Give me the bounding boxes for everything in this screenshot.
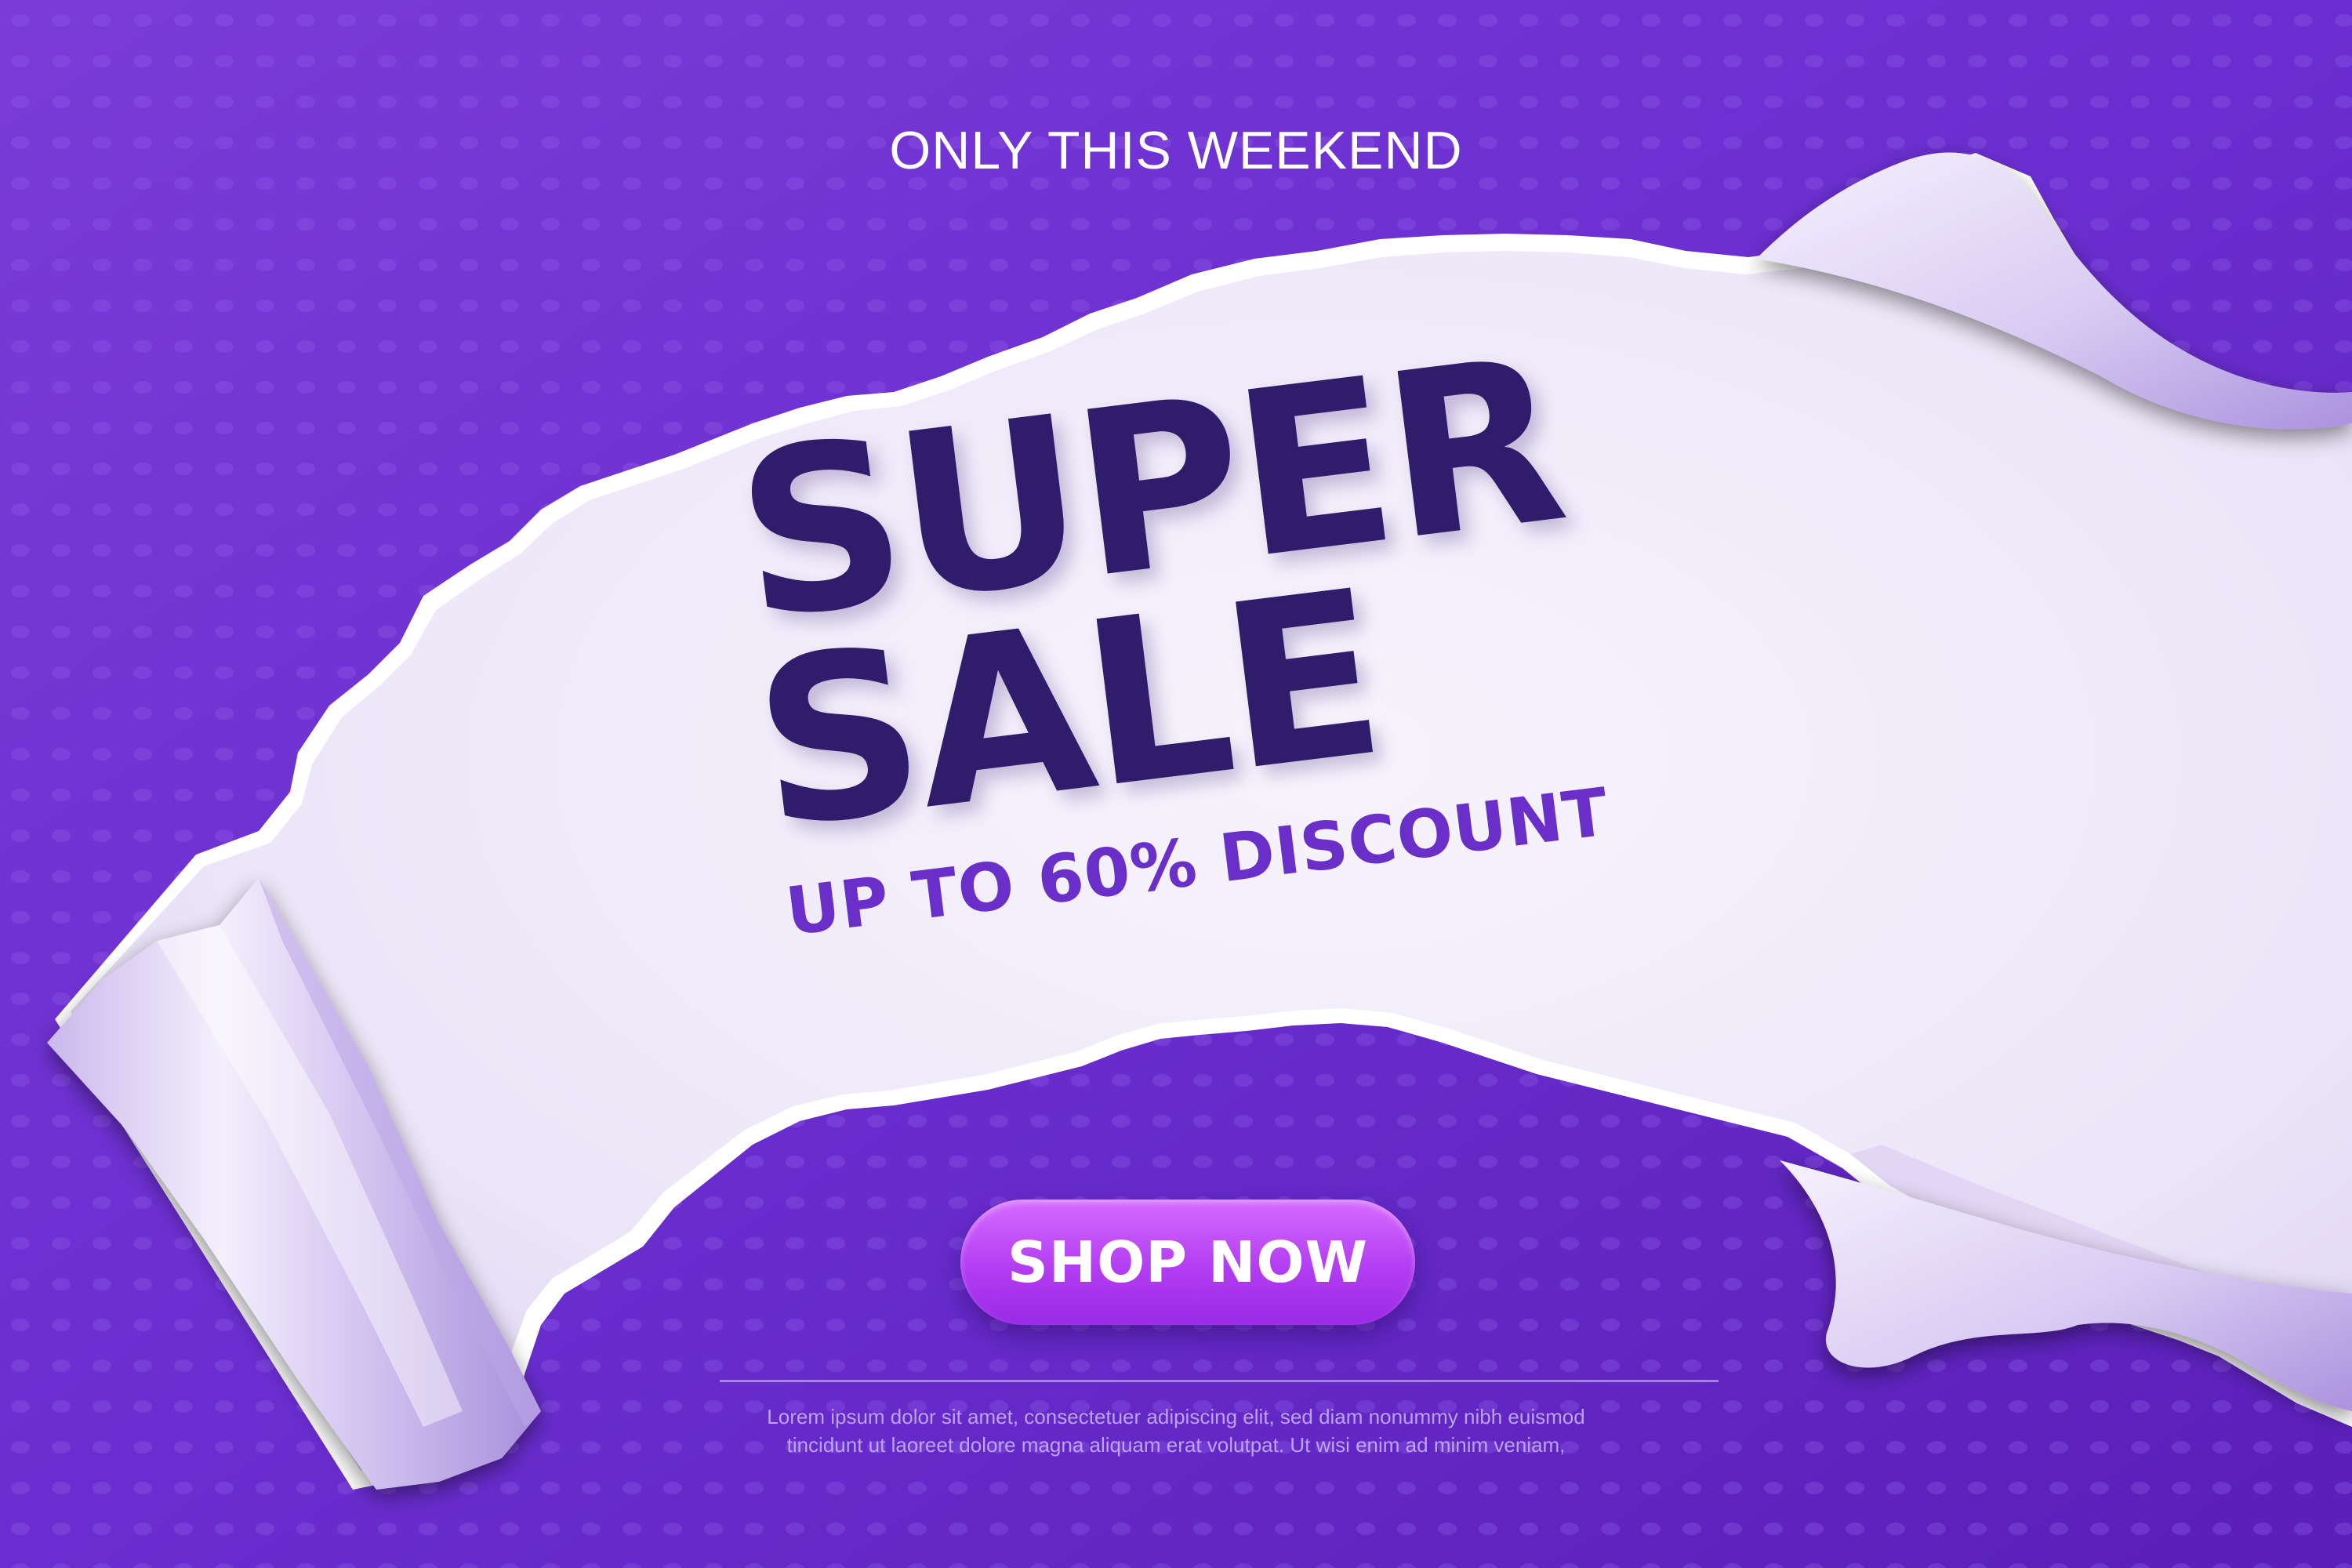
body-text-line-1: Lorem ipsum dolor sit amet, consectetuer…: [767, 1405, 1585, 1428]
shop-now-button[interactable]: SHOP NOW: [960, 1200, 1415, 1325]
headline-group: SUPER SALE UP TO 60% DISCOUNT: [713, 309, 1670, 1141]
sale-banner: ONLY THIS WEEKEND SUPER SALE UP TO 60% D…: [0, 0, 2352, 1568]
weekend-tagline: ONLY THIS WEEKEND: [889, 121, 1463, 180]
footer-divider: [720, 1380, 1719, 1382]
body-text-line-2: tincidunt ut laoreet dolore magna aliqua…: [786, 1433, 1566, 1457]
